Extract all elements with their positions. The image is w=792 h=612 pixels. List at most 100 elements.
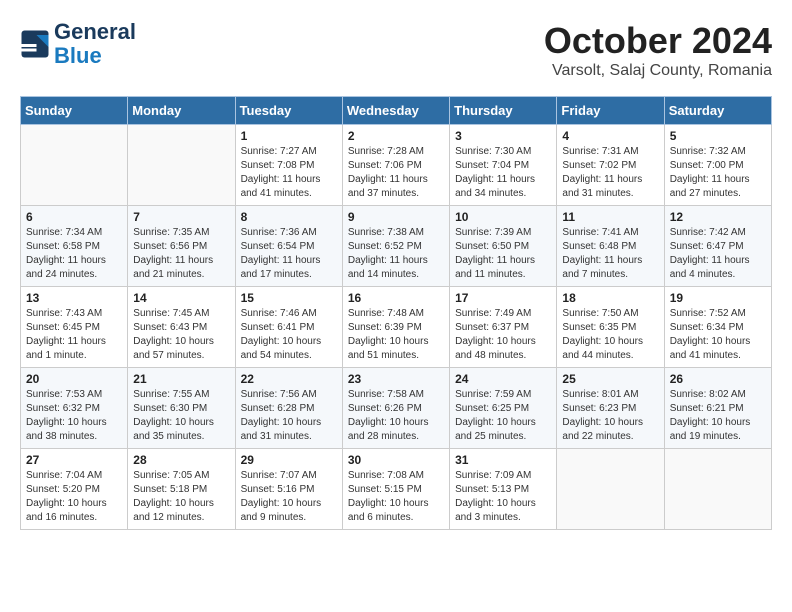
day-number: 12 — [670, 210, 766, 224]
day-number: 13 — [26, 291, 122, 305]
day-cell: 18Sunrise: 7:50 AM Sunset: 6:35 PM Dayli… — [557, 287, 664, 368]
day-info: Sunrise: 7:55 AM Sunset: 6:30 PM Dayligh… — [133, 388, 229, 444]
day-number: 5 — [670, 129, 766, 143]
day-cell: 21 Sunrise: 7:55 AM Sunset: 6:30 PM Dayli… — [128, 368, 235, 449]
day-cell: 10 Sunrise: 7:39 AM Sunset: 6:50 PM Dayli… — [450, 206, 557, 287]
week-row-1: 1 Sunrise: 7:27 AM Sunset: 7:08 PM Daylig… — [21, 125, 772, 206]
day-info: Sunrise: 7:36 AM Sunset: 6:54 PM Dayligh… — [241, 226, 337, 282]
day-number: 1 — [241, 129, 337, 143]
day-cell: 3Sunrise: 7:30 AM Sunset: 7:04 PM Daylig… — [450, 125, 557, 206]
day-cell — [128, 125, 235, 206]
weekday-header-monday: Monday — [128, 97, 235, 125]
day-info: Sunrise: 7:48 AM Sunset: 6:39 PM Dayligh… — [348, 307, 444, 363]
day-number: 29 — [241, 453, 337, 467]
day-cell: 28Sunrise: 7:05 AM Sunset: 5:18 PM Dayli… — [128, 449, 235, 530]
month-title: October 2024 — [544, 20, 772, 62]
day-info: Sunrise: 8:01 AM Sunset: 6:23 PM Dayligh… — [562, 388, 658, 444]
day-number: 16 — [348, 291, 444, 305]
day-info: Sunrise: 7:41 AM Sunset: 6:48 PM Dayligh… — [562, 226, 658, 282]
day-cell: 6Sunrise: 7:34 AM Sunset: 6:58 PM Daylig… — [21, 206, 128, 287]
day-number: 8 — [241, 210, 337, 224]
day-cell: 14Sunrise: 7:45 AM Sunset: 6:43 PM Dayli… — [128, 287, 235, 368]
day-cell: 23 Sunrise: 7:58 AM Sunset: 6:26 PM Dayli… — [342, 368, 449, 449]
day-cell: 4 Sunrise: 7:31 AM Sunset: 7:02 PM Daylig… — [557, 125, 664, 206]
week-row-5: 27 Sunrise: 7:04 AM Sunset: 5:20 PM Dayli… — [21, 449, 772, 530]
day-number: 2 — [348, 129, 444, 143]
day-number: 11 — [562, 210, 658, 224]
day-cell — [21, 125, 128, 206]
day-cell: 7Sunrise: 7:35 AM Sunset: 6:56 PM Daylig… — [128, 206, 235, 287]
day-info: Sunrise: 7:09 AM Sunset: 5:13 PM Dayligh… — [455, 469, 551, 525]
calendar-table: SundayMondayTuesdayWednesdayThursdayFrid… — [20, 96, 772, 530]
day-cell — [664, 449, 771, 530]
logo: General Blue — [20, 20, 136, 68]
day-cell: 16 Sunrise: 7:48 AM Sunset: 6:39 PM Dayli… — [342, 287, 449, 368]
day-number: 9 — [348, 210, 444, 224]
weekday-header-wednesday: Wednesday — [342, 97, 449, 125]
day-info: Sunrise: 7:30 AM Sunset: 7:04 PM Dayligh… — [455, 145, 551, 201]
day-cell: 12Sunrise: 7:42 AM Sunset: 6:47 PM Dayli… — [664, 206, 771, 287]
day-number: 27 — [26, 453, 122, 467]
logo-text: General Blue — [54, 20, 136, 68]
day-cell: 17 Sunrise: 7:49 AM Sunset: 6:37 PM Dayli… — [450, 287, 557, 368]
day-info: Sunrise: 7:28 AM Sunset: 7:06 PM Dayligh… — [348, 145, 444, 201]
day-info: Sunrise: 8:02 AM Sunset: 6:21 PM Dayligh… — [670, 388, 766, 444]
day-cell: 8 Sunrise: 7:36 AM Sunset: 6:54 PM Daylig… — [235, 206, 342, 287]
weekday-header-sunday: Sunday — [21, 97, 128, 125]
day-cell: 27 Sunrise: 7:04 AM Sunset: 5:20 PM Dayli… — [21, 449, 128, 530]
location: Varsolt, Salaj County, Romania — [544, 62, 772, 80]
week-row-4: 20 Sunrise: 7:53 AM Sunset: 6:32 PM Dayli… — [21, 368, 772, 449]
day-number: 7 — [133, 210, 229, 224]
day-number: 14 — [133, 291, 229, 305]
day-number: 15 — [241, 291, 337, 305]
day-info: Sunrise: 7:08 AM Sunset: 5:15 PM Dayligh… — [348, 469, 444, 525]
day-info: Sunrise: 7:52 AM Sunset: 6:34 PM Dayligh… — [670, 307, 766, 363]
day-cell: 11 Sunrise: 7:41 AM Sunset: 6:48 PM Dayli… — [557, 206, 664, 287]
day-cell: 29 Sunrise: 7:07 AM Sunset: 5:16 PM Dayli… — [235, 449, 342, 530]
day-info: Sunrise: 7:31 AM Sunset: 7:02 PM Dayligh… — [562, 145, 658, 201]
day-cell: 9 Sunrise: 7:38 AM Sunset: 6:52 PM Daylig… — [342, 206, 449, 287]
weekday-header-row: SundayMondayTuesdayWednesdayThursdayFrid… — [21, 97, 772, 125]
day-number: 10 — [455, 210, 551, 224]
day-number: 26 — [670, 372, 766, 386]
day-number: 23 — [348, 372, 444, 386]
day-info: Sunrise: 7:32 AM Sunset: 7:00 PM Dayligh… — [670, 145, 766, 201]
day-info: Sunrise: 7:43 AM Sunset: 6:45 PM Dayligh… — [26, 307, 122, 363]
day-info: Sunrise: 7:56 AM Sunset: 6:28 PM Dayligh… — [241, 388, 337, 444]
day-cell: 26 Sunrise: 8:02 AM Sunset: 6:21 PM Dayli… — [664, 368, 771, 449]
week-row-3: 13 Sunrise: 7:43 AM Sunset: 6:45 PM Dayli… — [21, 287, 772, 368]
day-info: Sunrise: 7:38 AM Sunset: 6:52 PM Dayligh… — [348, 226, 444, 282]
day-number: 31 — [455, 453, 551, 467]
day-cell: 22Sunrise: 7:56 AM Sunset: 6:28 PM Dayli… — [235, 368, 342, 449]
day-cell: 24 Sunrise: 7:59 AM Sunset: 6:25 PM Dayli… — [450, 368, 557, 449]
weekday-header-saturday: Saturday — [664, 97, 771, 125]
day-info: Sunrise: 7:39 AM Sunset: 6:50 PM Dayligh… — [455, 226, 551, 282]
day-info: Sunrise: 7:27 AM Sunset: 7:08 PM Dayligh… — [241, 145, 337, 201]
day-info: Sunrise: 7:53 AM Sunset: 6:32 PM Dayligh… — [26, 388, 122, 444]
title-area: October 2024 Varsolt, Salaj County, Roma… — [544, 20, 772, 80]
week-row-2: 6Sunrise: 7:34 AM Sunset: 6:58 PM Daylig… — [21, 206, 772, 287]
day-number: 19 — [670, 291, 766, 305]
day-cell: 15 Sunrise: 7:46 AM Sunset: 6:41 PM Dayli… — [235, 287, 342, 368]
day-cell — [557, 449, 664, 530]
day-number: 17 — [455, 291, 551, 305]
day-info: Sunrise: 7:04 AM Sunset: 5:20 PM Dayligh… — [26, 469, 122, 525]
day-number: 4 — [562, 129, 658, 143]
day-info: Sunrise: 7:59 AM Sunset: 6:25 PM Dayligh… — [455, 388, 551, 444]
day-number: 25 — [562, 372, 658, 386]
day-info: Sunrise: 7:07 AM Sunset: 5:16 PM Dayligh… — [241, 469, 337, 525]
day-cell: 2 Sunrise: 7:28 AM Sunset: 7:06 PM Daylig… — [342, 125, 449, 206]
day-number: 30 — [348, 453, 444, 467]
day-info: Sunrise: 7:05 AM Sunset: 5:18 PM Dayligh… — [133, 469, 229, 525]
day-cell: 20 Sunrise: 7:53 AM Sunset: 6:32 PM Dayli… — [21, 368, 128, 449]
day-cell: 31 Sunrise: 7:09 AM Sunset: 5:13 PM Dayli… — [450, 449, 557, 530]
day-number: 18 — [562, 291, 658, 305]
day-info: Sunrise: 7:34 AM Sunset: 6:58 PM Dayligh… — [26, 226, 122, 282]
day-number: 20 — [26, 372, 122, 386]
day-info: Sunrise: 7:46 AM Sunset: 6:41 PM Dayligh… — [241, 307, 337, 363]
day-info: Sunrise: 7:58 AM Sunset: 6:26 PM Dayligh… — [348, 388, 444, 444]
day-info: Sunrise: 7:49 AM Sunset: 6:37 PM Dayligh… — [455, 307, 551, 363]
day-number: 24 — [455, 372, 551, 386]
page-header: General Blue October 2024 Varsolt, Salaj… — [20, 20, 772, 80]
day-number: 21 — [133, 372, 229, 386]
